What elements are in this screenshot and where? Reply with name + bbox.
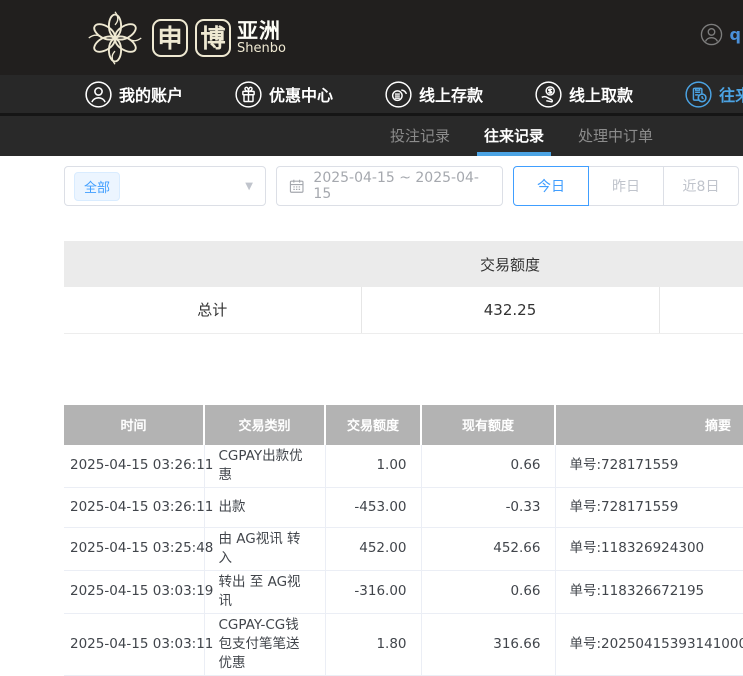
nav-label: 优惠中心 (269, 82, 333, 106)
cell-balance: 0.66 (421, 570, 555, 613)
column-header-time: 时间 (64, 405, 204, 445)
withdraw-icon (535, 81, 562, 108)
user-icon (85, 81, 112, 108)
summary-total-label: 总计 (64, 287, 361, 333)
cell-time: 2025-04-15 03:03:11 (64, 613, 204, 675)
today-button[interactable]: 今日 (513, 166, 589, 206)
cell-summary: 单号:202504153931410001 (555, 613, 743, 675)
summary-header-empty (64, 241, 361, 287)
cell-time: 2025-04-15 03:26:11 (64, 487, 204, 527)
nav-item-my-account[interactable]: 我的账户 (85, 81, 183, 108)
tab-processing-orders[interactable]: 处理中订单 (578, 116, 653, 156)
tab-betting-records[interactable]: 投注记录 (390, 116, 450, 156)
deposit-icon (385, 81, 412, 108)
date-range-input[interactable]: 2025-04-15 ~ 2025-04-15 (276, 166, 503, 206)
nav-item-promotions[interactable]: 优惠中心 (235, 81, 333, 108)
nav-label: 往来 (719, 82, 743, 106)
cell-balance: 452.66 (421, 527, 555, 570)
tab-transaction-records[interactable]: 往来记录 (484, 116, 544, 156)
cell-summary: 单号:728171559 (555, 445, 743, 488)
table-row: 2025-04-15 03:03:11 CGPAY-CG钱包支付笔笔送优惠 1.… (64, 613, 743, 675)
table-row: 2025-04-15 03:25:48 由 AG视讯 转入 452.00 452… (64, 527, 743, 570)
table-row: 2025-04-15 03:26:11 CGPAY出款优惠 1.00 0.66 … (64, 445, 743, 488)
record-tabs: 投注记录 往来记录 处理中订单 (0, 116, 743, 156)
type-select[interactable]: 全部 ▼ (64, 166, 266, 206)
cell-balance: 0.66 (421, 445, 555, 488)
transactions-body: 2025-04-15 03:26:11 CGPAY出款优惠 1.00 0.66 … (64, 445, 743, 676)
brand-header: 申 博 亚洲 Shenbo q (0, 0, 743, 75)
nav-item-online-withdrawal[interactable]: 线上取款 (535, 81, 633, 108)
cell-type: 出款 (204, 487, 325, 527)
table-row: 2025-04-15 03:26:11 出款 -453.00 -0.33 单号:… (64, 487, 743, 527)
calendar-icon (289, 178, 304, 194)
column-header-amount: 交易额度 (325, 405, 421, 445)
user-account-area[interactable]: q (700, 23, 741, 46)
cell-amount: 1.00 (325, 445, 421, 488)
column-header-type: 交易类别 (204, 405, 325, 445)
cell-summary: 单号:728171559 (555, 487, 743, 527)
nav-item-transaction-records[interactable]: 往来 (685, 81, 743, 108)
summary-table: 交易额度 总计 432.25 (64, 241, 743, 334)
last-8-days-button[interactable]: 近8日 (663, 166, 739, 206)
column-header-summary: 摘要 (555, 405, 743, 445)
username-text: q (730, 25, 741, 44)
filter-bar: 全部 ▼ 2025-04-15 ~ 2025-04-15 今日 昨日 近8日 (64, 166, 743, 206)
cell-type: CGPAY-CG钱包支付笔笔送优惠 (204, 613, 325, 675)
nav-item-online-deposit[interactable]: 线上存款 (385, 81, 483, 108)
summary-header-amount: 交易额度 (361, 241, 659, 287)
cell-type: 由 AG视讯 转入 (204, 527, 325, 570)
cell-amount: 452.00 (325, 527, 421, 570)
transactions-table: 时间 交易类别 交易额度 现有额度 摘要 2025-04-15 03:26:11… (64, 405, 743, 676)
flower-logo-icon (85, 8, 145, 68)
cell-amount: 1.80 (325, 613, 421, 675)
nav-label: 我的账户 (119, 82, 183, 106)
logo-char-box-1: 申 (152, 19, 188, 57)
chevron-down-icon: ▼ (245, 181, 253, 192)
cell-time: 2025-04-15 03:26:11 (64, 445, 204, 488)
cell-amount: -316.00 (325, 570, 421, 613)
selected-type-chip[interactable]: 全部 (74, 172, 120, 201)
column-header-balance: 现有额度 (421, 405, 555, 445)
logo-sub-text: Shenbo (237, 42, 286, 56)
summary-empty-cell (659, 287, 743, 333)
logo-region-text: 亚洲 (237, 20, 286, 42)
cell-type: 转出 至 AG视讯 (204, 570, 325, 613)
gift-icon (235, 81, 262, 108)
quick-date-buttons: 今日 昨日 近8日 (513, 166, 739, 206)
cell-type: CGPAY出款优惠 (204, 445, 325, 488)
summary-total-row: 总计 432.25 (64, 287, 743, 333)
nav-label: 线上存款 (419, 82, 483, 106)
cell-summary: 单号:118326924300 (555, 527, 743, 570)
cell-time: 2025-04-15 03:25:48 (64, 527, 204, 570)
table-row: 2025-04-15 03:03:19 转出 至 AG视讯 -316.00 0.… (64, 570, 743, 613)
brand-logo[interactable]: 申 博 亚洲 Shenbo (85, 8, 286, 68)
user-avatar-icon (700, 23, 723, 46)
cell-balance: 316.66 (421, 613, 555, 675)
summary-header-empty (659, 241, 743, 287)
cell-amount: -453.00 (325, 487, 421, 527)
date-range-text: 2025-04-15 ~ 2025-04-15 (313, 170, 490, 202)
nav-label: 线上取款 (569, 82, 633, 106)
summary-total-value: 432.25 (361, 287, 659, 333)
yesterday-button[interactable]: 昨日 (588, 166, 664, 206)
records-icon (685, 81, 712, 108)
logo-char-box-2: 博 (195, 19, 231, 57)
cell-balance: -0.33 (421, 487, 555, 527)
main-navigation: 我的账户 优惠中心 线上存款 线上取款 (0, 75, 743, 113)
transactions-header-row: 时间 交易类别 交易额度 现有额度 摘要 (64, 405, 743, 445)
cell-time: 2025-04-15 03:03:19 (64, 570, 204, 613)
cell-summary: 单号:118326672195 (555, 570, 743, 613)
